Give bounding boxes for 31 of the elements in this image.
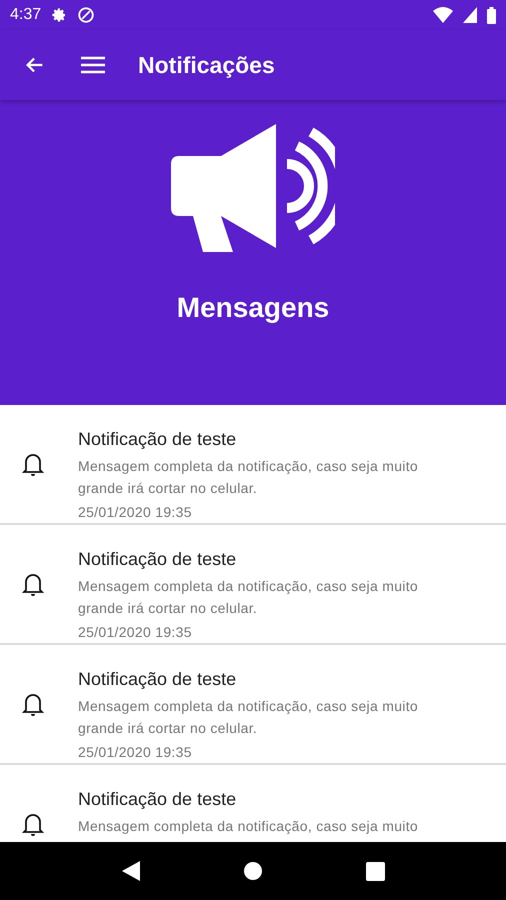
data-saver-icon [77,6,96,24]
gear-icon [51,7,68,23]
status-time: 4:37 [10,6,42,24]
menu-icon [81,55,105,75]
bell-icon [22,691,44,717]
bell-icon [22,811,44,837]
toolbar-title: Notificações [138,52,275,78]
megaphone-icon [171,124,335,254]
notification-message: Mensagem completa da notificação, caso seja muito [78,817,418,836]
bell-icon [22,571,44,597]
notification-date: 25/01/2020 19:35 [78,624,193,640]
notification-message: Mensagem completa da notificação, caso seja muito grande irá cortar no celular. [78,697,418,738]
notification-item[interactable]: Notificação de teste Mensagem completa da notificação, caso seja muito grande irá cortar no celular. 25/01/2020 19:35 [0,645,506,765]
wifi-icon [433,7,453,23]
bell-icon [22,451,44,477]
notification-date: 25/01/2020 19:35 [78,744,193,760]
notification-title: Notificação de teste [78,789,238,810]
notification-item[interactable]: Notificação de teste Mensagem completa da notificação, caso seja muito grande irá cortar no celular. 25/01/2020 19:35 [0,405,506,525]
signal-icon [463,7,477,23]
recents-nav-icon[interactable] [366,862,384,880]
home-nav-icon[interactable] [242,861,262,881]
notification-title: Notificação de teste [78,429,238,450]
section-title: Mensagens [176,292,330,324]
notification-title: Notificação de teste [78,669,238,690]
battery-icon [487,6,496,24]
notification-message: Mensagem completa da notificação, caso seja muito grande irá cortar no celular. [78,577,418,618]
notification-date: 25/01/2020 19:35 [78,504,193,520]
back-nav-icon[interactable] [122,861,140,881]
notification-title: Notificação de teste [78,549,238,570]
notification-item[interactable]: Notificação de teste Mensagem completa da notificação, caso seja muito grande irá cortar no celular. 25/01/2020 19:35 [0,525,506,645]
notification-message: Mensagem completa da notificação, caso seja muito grande irá cortar no celular. [78,457,418,498]
